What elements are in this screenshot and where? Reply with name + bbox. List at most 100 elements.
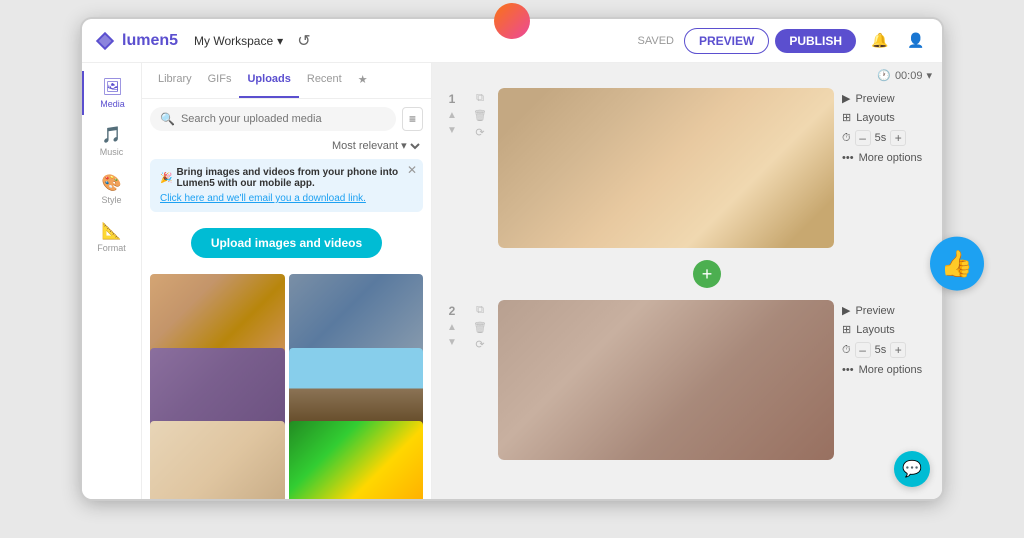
slide-2-down-arrow[interactable]: ▼ bbox=[447, 337, 457, 348]
tab-uploads[interactable]: Uploads bbox=[239, 63, 298, 98]
tab-library[interactable]: Library bbox=[150, 63, 200, 98]
saved-label: SAVED bbox=[638, 35, 674, 47]
tab-gifs[interactable]: GIFs bbox=[200, 63, 240, 98]
slide-1-duration-row: ⏱ – 5s + bbox=[842, 130, 932, 146]
upload-btn-wrap: Upload images and videos bbox=[142, 220, 431, 266]
search-icon: 🔍 bbox=[160, 112, 175, 126]
left-sidebar: 🖼 Media 🎵 Music 🎨 Style 📐 Format bbox=[82, 63, 142, 499]
slide-2-tools: ⧉ 🗑 ⟳ bbox=[470, 300, 490, 351]
slide-1-duration-plus[interactable]: + bbox=[890, 130, 906, 146]
slide-1-up-arrow[interactable]: ▲ bbox=[447, 110, 457, 121]
play-icon: ▶ bbox=[842, 92, 850, 105]
slide-1-preview[interactable] bbox=[498, 88, 834, 248]
canvas-area: 🕐 00:09 ▾ 1 ▲ ▼ bbox=[432, 63, 942, 499]
slide-1-delete-button[interactable]: 🗑 bbox=[470, 109, 490, 122]
main-area: 🖼 Media 🎵 Music 🎨 Style 📐 Format bbox=[82, 63, 942, 499]
slide-2-duration-minus[interactable]: – bbox=[855, 342, 871, 358]
laptop-screen: lumen5 My Workspace ▾ ↺ SAVED PREVIEW PU… bbox=[82, 19, 942, 499]
upload-images-button[interactable]: Upload images and videos bbox=[191, 228, 382, 258]
time-badge: 🕐 00:09 ▾ bbox=[877, 69, 932, 82]
sort-select[interactable]: Most relevant ▾ bbox=[328, 139, 423, 153]
slide-2-preview[interactable] bbox=[498, 300, 834, 460]
preview-button[interactable]: PREVIEW bbox=[684, 28, 769, 54]
sidebar-item-style[interactable]: 🎨 Style bbox=[82, 167, 141, 211]
sidebar-item-format-label: Format bbox=[97, 243, 126, 253]
tab-recent[interactable]: Recent bbox=[299, 63, 350, 98]
slide-2-preview-button[interactable]: ▶ Preview bbox=[842, 304, 932, 317]
chat-bubble-button[interactable]: 💬 bbox=[894, 451, 930, 487]
promo-banner: ✕ 🎉 Bring images and videos from your ph… bbox=[150, 159, 423, 212]
canvas-header: 🕐 00:09 ▾ bbox=[432, 63, 942, 88]
layouts-icon-2: ⊞ bbox=[842, 323, 851, 336]
canvas-content: 1 ▲ ▼ ⧉ 🗑 ⟳ bbox=[432, 88, 942, 499]
logo-circle bbox=[494, 3, 530, 39]
chevron-down-icon: ▾ bbox=[277, 34, 283, 48]
workspace-label: My Workspace bbox=[194, 34, 273, 48]
party-icon: 🎉 bbox=[160, 173, 172, 184]
search-bar: 🔍 ≡ bbox=[142, 99, 431, 139]
slide-1-actions: ▶ Preview ⊞ Layouts ⏱ – bbox=[842, 88, 932, 164]
slide-row-2: 2 ▲ ▼ ⧉ 🗑 ⟳ bbox=[442, 300, 932, 460]
promo-link[interactable]: Click here and we'll email you a downloa… bbox=[160, 193, 366, 204]
add-slide-button[interactable]: + bbox=[693, 260, 721, 288]
slide-1-transition-button[interactable]: ⟳ bbox=[470, 126, 490, 139]
slide-2-up-arrow[interactable]: ▲ bbox=[447, 322, 457, 333]
slide-1-duration-minus[interactable]: – bbox=[855, 130, 871, 146]
media-thumb-5[interactable] bbox=[150, 421, 285, 499]
timer-icon-2: ⏱ bbox=[842, 344, 851, 357]
slide-2-layouts-button[interactable]: ⊞ Layouts bbox=[842, 323, 932, 336]
format-icon: 📐 bbox=[102, 221, 122, 241]
slide-2-actions: ▶ Preview ⊞ Layouts ⏱ – bbox=[842, 300, 932, 376]
clock-icon: 🕐 bbox=[877, 69, 891, 82]
slide-1-number-col: 1 ▲ ▼ bbox=[442, 88, 462, 136]
sidebar-item-music-label: Music bbox=[100, 147, 124, 157]
more-icon-2: ••• bbox=[842, 364, 854, 376]
search-input-wrap: 🔍 bbox=[150, 107, 396, 131]
slide-1-copy-button[interactable]: ⧉ bbox=[470, 92, 490, 105]
music-icon: 🎵 bbox=[102, 125, 122, 145]
thumbs-up-badge: 👍 bbox=[930, 237, 984, 291]
slide-1-more-options-button[interactable]: ••• More options bbox=[842, 152, 932, 164]
timer-icon: ⏱ bbox=[842, 132, 851, 145]
slide-2-number-col: 2 ▲ ▼ bbox=[442, 300, 462, 348]
time-value: 00:09 bbox=[895, 70, 923, 82]
media-grid bbox=[142, 266, 431, 499]
play-icon-2: ▶ bbox=[842, 304, 850, 317]
logo-text: lumen5 bbox=[122, 32, 178, 50]
slide-2-delete-button[interactable]: 🗑 bbox=[470, 321, 490, 334]
sidebar-item-media[interactable]: 🖼 Media bbox=[82, 71, 141, 115]
sidebar-item-format[interactable]: 📐 Format bbox=[82, 215, 141, 259]
sort-bar: Most relevant ▾ bbox=[142, 139, 431, 159]
slide-1-duration: 5s bbox=[875, 132, 887, 144]
notifications-button[interactable]: 🔔 bbox=[866, 27, 894, 55]
publish-button[interactable]: PUBLISH bbox=[775, 29, 856, 53]
user-avatar-button[interactable]: 👤 bbox=[902, 27, 930, 55]
thumbs-up-icon: 👍 bbox=[941, 248, 973, 279]
slide-row-1: 1 ▲ ▼ ⧉ 🗑 ⟳ bbox=[442, 88, 932, 248]
add-slide-row: + bbox=[482, 256, 932, 292]
media-thumb-6[interactable] bbox=[289, 421, 424, 499]
slide-2-duration: 5s bbox=[875, 344, 887, 356]
app: lumen5 My Workspace ▾ ↺ SAVED PREVIEW PU… bbox=[82, 19, 942, 499]
slide-2-duration-row: ⏱ – 5s + bbox=[842, 342, 932, 358]
promo-title: 🎉 Bring images and videos from your phon… bbox=[160, 167, 413, 189]
lumen5-logo-icon bbox=[94, 30, 116, 52]
media-panel: Library GIFs Uploads Recent ★ bbox=[142, 63, 432, 499]
promo-close-button[interactable]: ✕ bbox=[407, 163, 417, 177]
slide-2-image bbox=[498, 300, 834, 460]
slide-1-layouts-button[interactable]: ⊞ Layouts bbox=[842, 111, 932, 124]
slide-1-down-arrow[interactable]: ▼ bbox=[447, 125, 457, 136]
tab-favorites[interactable]: ★ bbox=[350, 63, 376, 98]
workspace-button[interactable]: My Workspace ▾ bbox=[188, 30, 289, 52]
slide-2-copy-button[interactable]: ⧉ bbox=[470, 304, 490, 317]
search-input[interactable] bbox=[181, 113, 386, 125]
slide-2-duration-plus[interactable]: + bbox=[890, 342, 906, 358]
slide-2-transition-button[interactable]: ⟳ bbox=[470, 338, 490, 351]
slide-2-more-options-button[interactable]: ••• More options bbox=[842, 364, 932, 376]
undo-button[interactable]: ↺ bbox=[297, 31, 310, 51]
slide-1-preview-button[interactable]: ▶ Preview bbox=[842, 92, 932, 105]
media-tabs: Library GIFs Uploads Recent ★ bbox=[142, 63, 431, 99]
style-icon: 🎨 bbox=[102, 173, 122, 193]
filter-button[interactable]: ≡ bbox=[402, 107, 423, 131]
sidebar-item-music[interactable]: 🎵 Music bbox=[82, 119, 141, 163]
